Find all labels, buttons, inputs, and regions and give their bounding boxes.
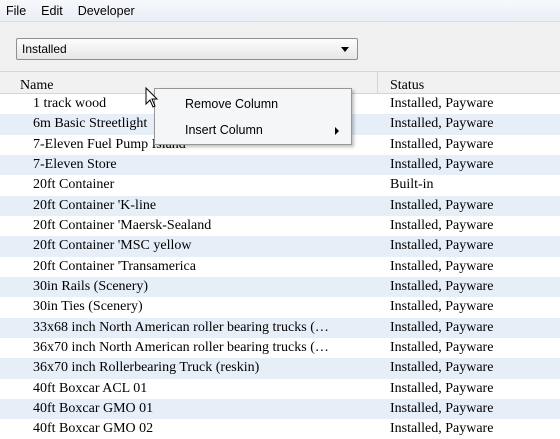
column-header-status[interactable]: Status (379, 72, 560, 94)
table-row[interactable]: 36x70 inch North American roller bearing… (0, 338, 560, 358)
table-row[interactable]: 30in Ties (Scenery) Installed, Payware (0, 297, 560, 317)
table-row[interactable]: 20ft Container 'Maersk-Sealand Installed,… (0, 216, 560, 236)
cell-status: Installed, Payware (390, 380, 494, 396)
cell-status: Installed, Payware (390, 197, 494, 213)
cell-name: 20ft Container 'K-line (33, 197, 157, 213)
cell-status: Installed, Payware (390, 116, 494, 132)
cell-status: Installed, Payware (390, 278, 494, 294)
cell-name: 36x70 inch Rollerbearing Truck (reskin) (33, 360, 260, 376)
cell-status: Installed, Payware (390, 238, 494, 254)
column-context-menu: Remove Column Insert Column (154, 88, 352, 145)
cell-name: 20ft Container (33, 177, 115, 193)
cell-status: Installed, Payware (390, 339, 494, 355)
cell-status: Installed, Payware (390, 156, 494, 172)
menu-bar: File Edit Developer (0, 0, 560, 22)
cell-name: 7-Eleven Store (33, 156, 117, 172)
cell-name: 20ft Container 'Maersk-Sealand (33, 217, 212, 233)
cell-status: Built-in (390, 177, 434, 193)
cell-status: Installed, Payware (390, 360, 494, 376)
cell-name: 20ft Container 'MSC yellow (33, 238, 192, 254)
table-row[interactable]: 40ft Boxcar GMO 01 Installed, Payware (0, 398, 560, 420)
cell-status: Installed, Payware (390, 299, 494, 315)
table-row[interactable]: 7-Eleven Store Installed, Payware (0, 154, 560, 176)
table-row[interactable]: 36x70 inch Rollerbearing Truck (reskin) I… (0, 358, 560, 379)
table-row[interactable]: 20ft Container 'Transamerica Installed, P… (0, 257, 560, 277)
cell-name: 30in Rails (Scenery) (33, 278, 149, 294)
table-row[interactable]: 30in Rails (Scenery) Installed, Payware (0, 276, 560, 298)
menu-edit[interactable]: Edit (41, 4, 63, 18)
cell-status: Installed, Payware (390, 400, 494, 416)
mouse-cursor-icon (145, 87, 159, 108)
cell-status: Installed, Payware (390, 421, 494, 437)
cell-name: 20ft Container 'Transamerica (33, 258, 196, 274)
chevron-right-icon (335, 127, 339, 135)
menu-item-remove-column[interactable]: Remove Column (185, 97, 278, 111)
cell-status: Installed, Payware (390, 136, 494, 152)
cell-status: Installed, Payware (390, 319, 494, 335)
cell-name: 40ft Boxcar ACL 01 (33, 380, 148, 396)
filter-dropdown-value: Installed (22, 42, 67, 56)
cell-name: 40ft Boxcar GMO 01 (33, 400, 154, 416)
cell-name: 30in Ties (Scenery) (33, 299, 143, 315)
table-body: 1 track wood Installed, Payware 6m Basic S… (0, 94, 560, 439)
menu-file[interactable]: File (6, 4, 26, 18)
chevron-down-icon (341, 47, 349, 52)
menu-item-insert-column[interactable]: Insert Column (185, 123, 263, 137)
cell-status: Installed, Payware (390, 217, 494, 233)
table-row[interactable]: 20ft Container 'MSC yellow Installed, Pay… (0, 236, 560, 257)
cell-name: 33x68 inch North American roller bearing… (33, 319, 329, 335)
filter-bar: Installed (0, 22, 560, 72)
table-row[interactable]: 40ft Boxcar ACL 01 Installed, Payware (0, 379, 560, 399)
filter-dropdown[interactable]: Installed (16, 38, 358, 60)
cell-status: Installed, Payware (390, 96, 494, 111)
cell-name: 36x70 inch North American roller bearing… (33, 339, 329, 355)
cell-status: Installed, Payware (390, 258, 494, 274)
table-row[interactable]: 20ft Container 'K-line Installed, Payware (0, 195, 560, 216)
table-row[interactable]: 20ft Container Built-in (0, 175, 560, 195)
menu-developer[interactable]: Developer (78, 4, 135, 18)
table-row[interactable]: 33x68 inch North American roller bearing… (0, 317, 560, 338)
table-row[interactable]: 40ft Boxcar GMO 02 Installed, Payware (0, 419, 560, 439)
cell-name: 40ft Boxcar GMO 02 (33, 421, 154, 437)
